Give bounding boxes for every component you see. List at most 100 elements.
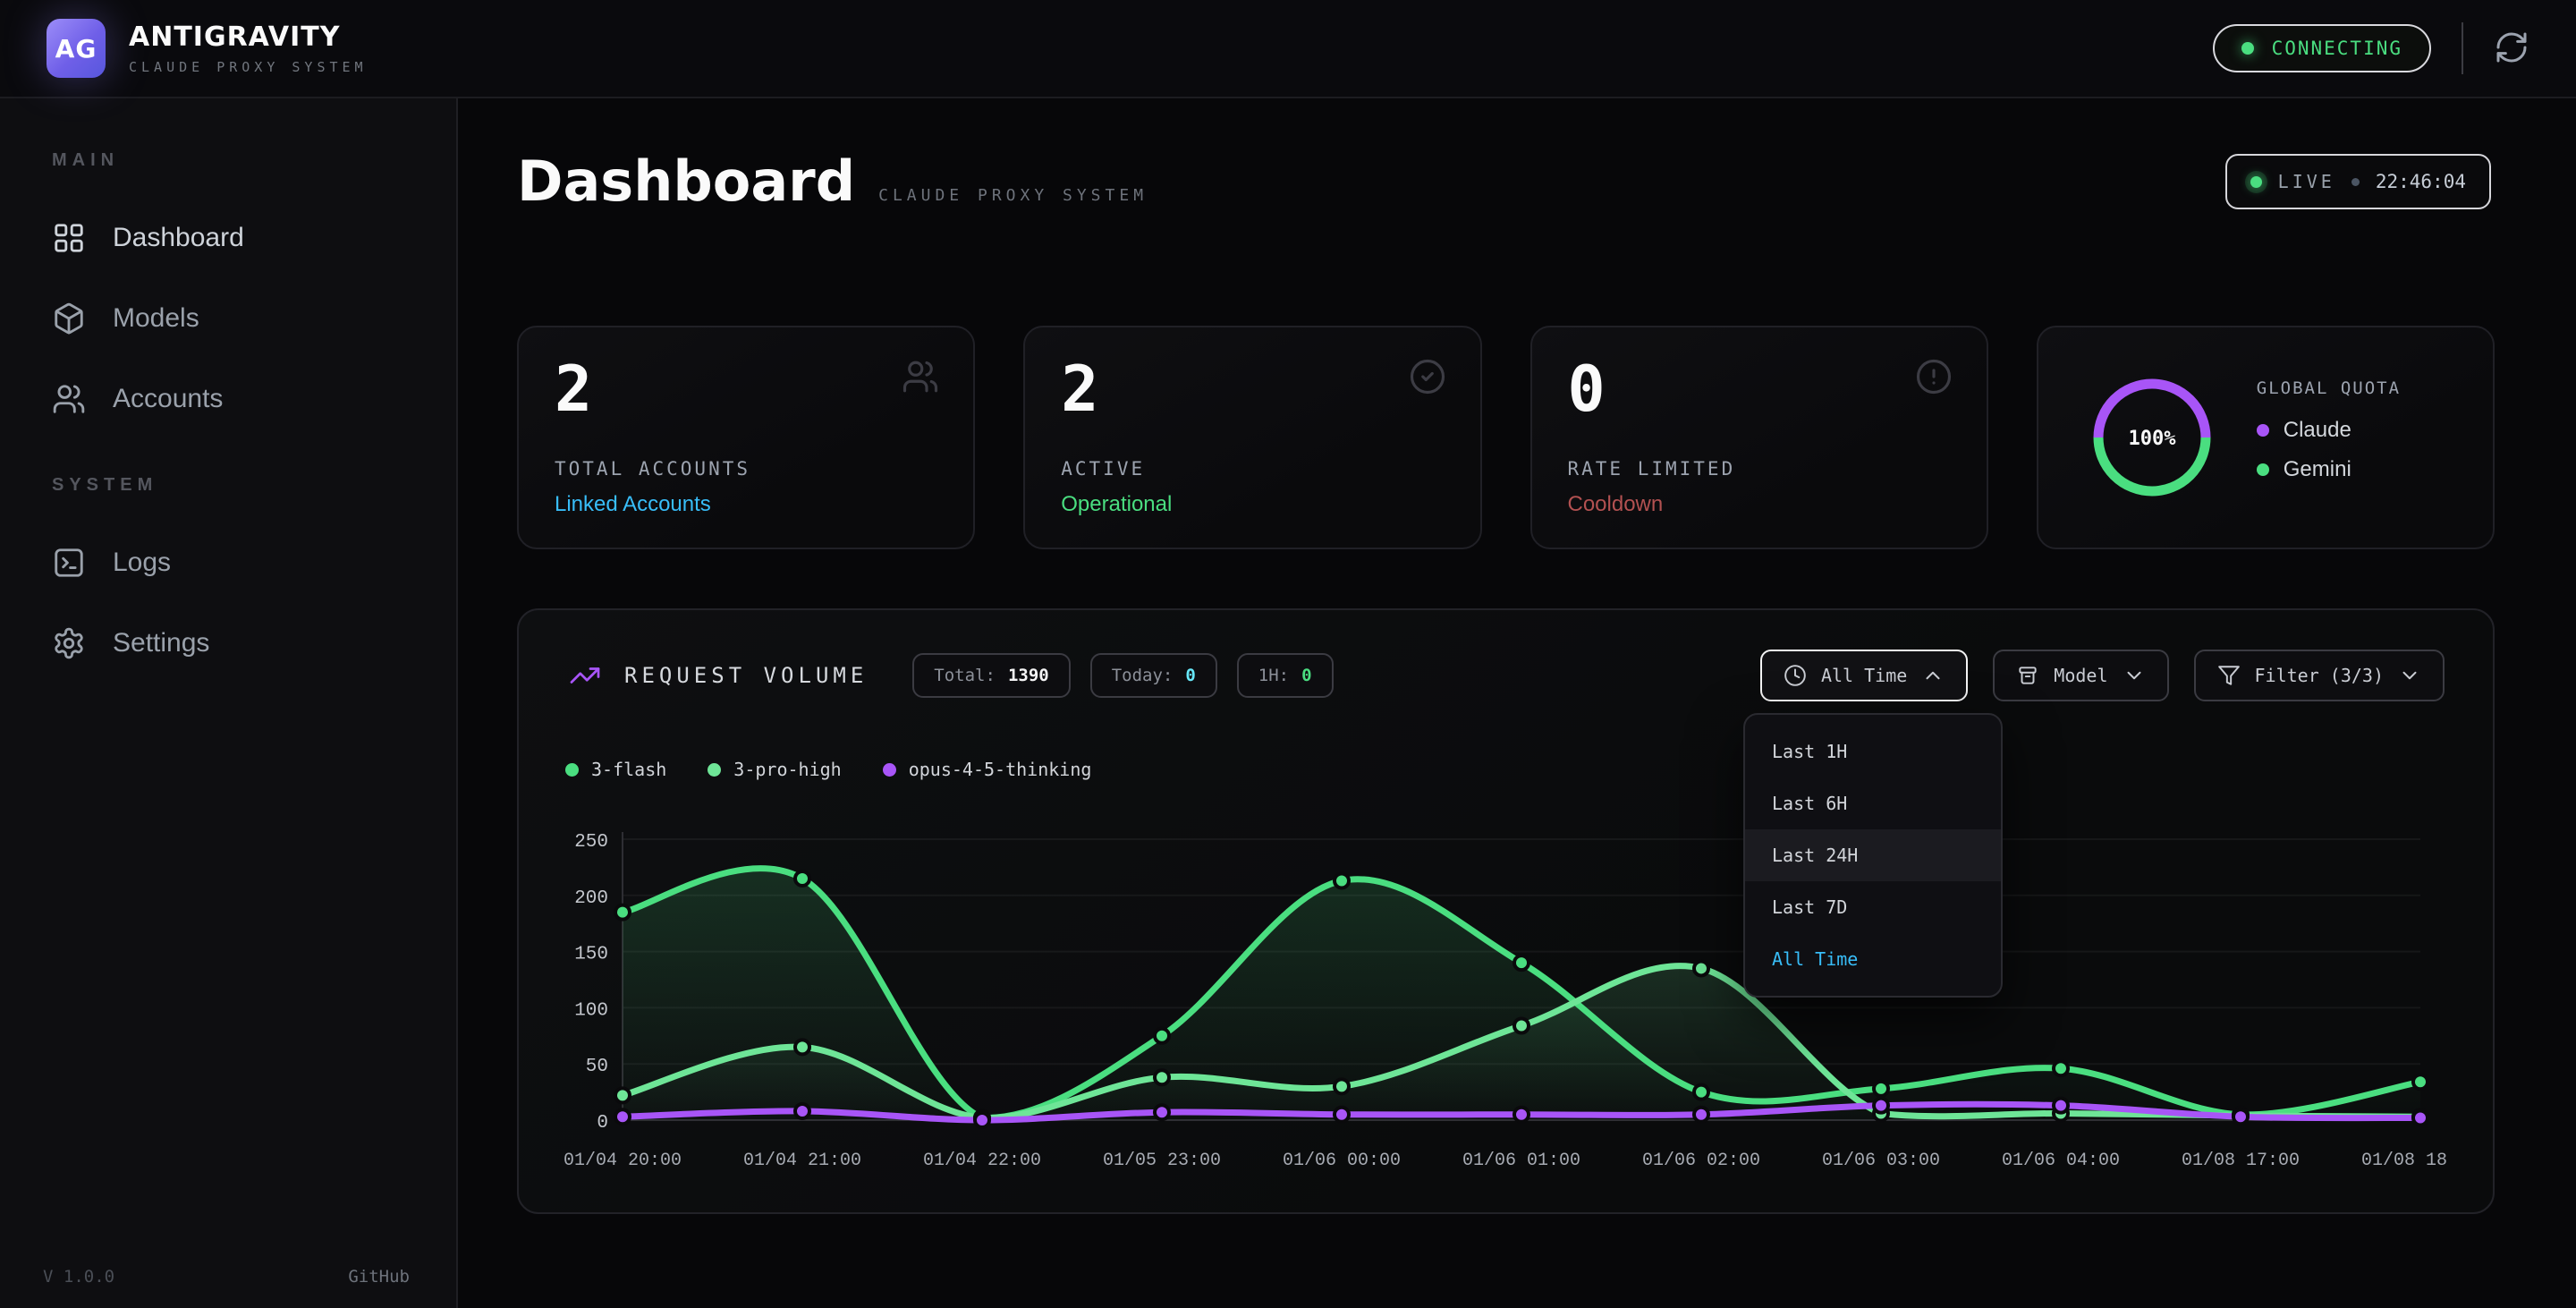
grid-icon xyxy=(52,221,86,255)
quota-legend-item-gemini: Gemini xyxy=(2257,457,2401,482)
filter-3-3--button[interactable]: Filter (3/3) xyxy=(2194,650,2445,701)
legend-label: opus-4-5-thinking xyxy=(909,759,1092,780)
page-title: Dashboard xyxy=(517,149,855,214)
stat-label: TOTAL ACCOUNTS xyxy=(555,458,750,480)
check-circle-icon xyxy=(1409,358,1446,399)
stat-card-rate-limited: 0 RATE LIMITED Cooldown xyxy=(1530,326,1988,549)
cube-icon xyxy=(52,302,86,335)
button-label: Filter (3/3) xyxy=(2255,665,2385,686)
alert-circle-icon xyxy=(1915,358,1953,399)
legend-label: 3-pro-high xyxy=(733,759,841,780)
dropdown-option-last-1h[interactable]: Last 1H xyxy=(1745,726,2001,777)
quota-legend: GLOBAL QUOTA Claude Gemini xyxy=(2257,378,2401,497)
stat-value: 0 xyxy=(1568,352,1606,426)
button-label: All Time xyxy=(1821,665,1907,686)
separator-dot-icon xyxy=(2351,178,2360,186)
legend-dot-icon xyxy=(883,763,896,777)
app-logo: AG xyxy=(47,19,106,78)
sidebar-item-dashboard[interactable]: Dashboard xyxy=(43,198,413,278)
live-dot-icon xyxy=(2250,176,2262,188)
page-subtitle: CLAUDE PROXY SYSTEM xyxy=(878,186,1148,205)
sidebar-item-models[interactable]: Models xyxy=(43,278,413,359)
sidebar-item-accounts[interactable]: Accounts xyxy=(43,359,413,439)
svg-text:01/05 23:00: 01/05 23:00 xyxy=(1103,1151,1221,1171)
legend-item-3-pro-high[interactable]: 3-pro-high xyxy=(708,759,841,780)
svg-text:01/08 18:00: 01/08 18:00 xyxy=(2361,1151,2447,1171)
dropdown-option-all-time[interactable]: All Time xyxy=(1745,933,2001,985)
sidebar-section-label: MAIN xyxy=(52,150,413,171)
header-actions: CONNECTING xyxy=(2213,22,2529,74)
dropdown-option-last-7d[interactable]: Last 7D xyxy=(1745,881,2001,933)
stat-pill-1h: 1H: 0 xyxy=(1237,653,1334,698)
legend-label: 3-flash xyxy=(591,759,666,780)
legend-item-3-flash[interactable]: 3-flash xyxy=(565,759,666,780)
quota-legend-item-claude: Claude xyxy=(2257,418,2401,443)
legend-dot-icon xyxy=(2257,424,2269,437)
model-button[interactable]: Model xyxy=(1993,650,2168,701)
clock-icon xyxy=(1784,664,1807,687)
quota-title: GLOBAL QUOTA xyxy=(2257,378,2401,398)
archive-icon xyxy=(2016,664,2039,687)
dropdown-option-last-24h[interactable]: Last 24H xyxy=(1745,829,2001,881)
stat-pill-label: 1H: xyxy=(1258,666,1289,685)
chart-legend: 3-flash 3-pro-high opus-4-5-thinking xyxy=(565,759,1091,780)
quota-legend-label: Gemini xyxy=(2284,457,2351,482)
stat-label: RATE LIMITED xyxy=(1568,458,1736,480)
stat-label: ACTIVE xyxy=(1061,458,1145,480)
github-link[interactable]: GitHub xyxy=(348,1267,410,1287)
connection-status-badge: CONNECTING xyxy=(2213,24,2431,72)
button-label: Model xyxy=(2054,665,2107,686)
quota-percent: 100% xyxy=(2128,428,2176,450)
svg-text:01/06 04:00: 01/06 04:00 xyxy=(2002,1151,2120,1171)
sidebar-item-settings[interactable]: Settings xyxy=(43,603,413,684)
sidebar-section-system: SYSTEMLogsSettings xyxy=(43,475,413,684)
stat-pill-value: 1390 xyxy=(1008,666,1049,685)
status-dot-icon xyxy=(2241,42,2254,55)
request-volume-panel: REQUEST VOLUME Total:1390Today:01H:0 All… xyxy=(517,608,2495,1214)
panel-title: REQUEST VOLUME xyxy=(624,663,868,688)
header-divider xyxy=(2462,22,2463,74)
version-label: V 1.0.0 xyxy=(43,1267,114,1287)
sidebar-item-label: Accounts xyxy=(113,384,223,414)
gear-icon xyxy=(52,626,86,660)
svg-text:01/04 20:00: 01/04 20:00 xyxy=(564,1151,682,1171)
svg-text:01/06 01:00: 01/06 01:00 xyxy=(1462,1151,1580,1171)
dropdown-option-last-6h[interactable]: Last 6H xyxy=(1745,777,2001,829)
stat-sublabel: Cooldown xyxy=(1568,492,1664,517)
sidebar-item-logs[interactable]: Logs xyxy=(43,522,413,603)
stat-sublabel: Linked Accounts xyxy=(555,492,711,517)
svg-text:01/04 22:00: 01/04 22:00 xyxy=(923,1151,1041,1171)
chevron-down-icon xyxy=(2398,664,2421,687)
sidebar-section-main: MAIN Dashboard Models Accounts xyxy=(43,150,413,439)
stat-value: 2 xyxy=(1061,352,1098,426)
legend-dot-icon xyxy=(2257,463,2269,476)
sidebar-item-label: Models xyxy=(113,303,199,334)
users-icon xyxy=(902,358,939,399)
panel-title-group: REQUEST VOLUME Total:1390Today:01H:0 xyxy=(569,653,1353,698)
live-status-badge: LIVE 22:46:04 xyxy=(2225,154,2491,209)
svg-text:50: 50 xyxy=(586,1057,608,1077)
sidebar-item-label: Settings xyxy=(113,628,209,658)
brand-name: ANTIGRAVITY xyxy=(129,21,368,53)
top-bar: AG ANTIGRAVITY CLAUDE PROXY SYSTEM CONNE… xyxy=(0,0,2576,98)
sidebar-item-label: Dashboard xyxy=(113,223,244,253)
funnel-icon xyxy=(2217,664,2241,687)
refresh-button[interactable] xyxy=(2494,30,2529,68)
stat-pill-value: 0 xyxy=(1301,666,1311,685)
stat-pills: Total:1390Today:01H:0 xyxy=(912,653,1352,698)
all-time-button[interactable]: All Time xyxy=(1760,650,1968,701)
quota-ring-chart: 100% xyxy=(2085,370,2219,505)
brand: AG ANTIGRAVITY CLAUDE PROXY SYSTEM xyxy=(47,19,368,78)
chart-controls: All Time Model Filter (3/3) xyxy=(1760,650,2445,701)
stat-cards-row: 2TOTAL ACCOUNTSLinked Accounts2ACTIVEOpe… xyxy=(517,326,2495,549)
global-quota-card: 100% GLOBAL QUOTA Claude Gemini xyxy=(2037,326,2495,549)
legend-item-opus-4-5-thinking[interactable]: opus-4-5-thinking xyxy=(883,759,1092,780)
brand-subtitle: CLAUDE PROXY SYSTEM xyxy=(129,59,368,75)
stat-pill-label: Total: xyxy=(934,666,996,685)
chevron-down-icon xyxy=(2123,664,2146,687)
stat-card-active: 2ACTIVEOperational xyxy=(1023,326,1481,549)
refresh-icon xyxy=(2494,30,2529,68)
trending-up-icon xyxy=(569,659,601,692)
legend-dot-icon xyxy=(565,763,579,777)
svg-text:01/08 17:00: 01/08 17:00 xyxy=(2182,1151,2300,1171)
